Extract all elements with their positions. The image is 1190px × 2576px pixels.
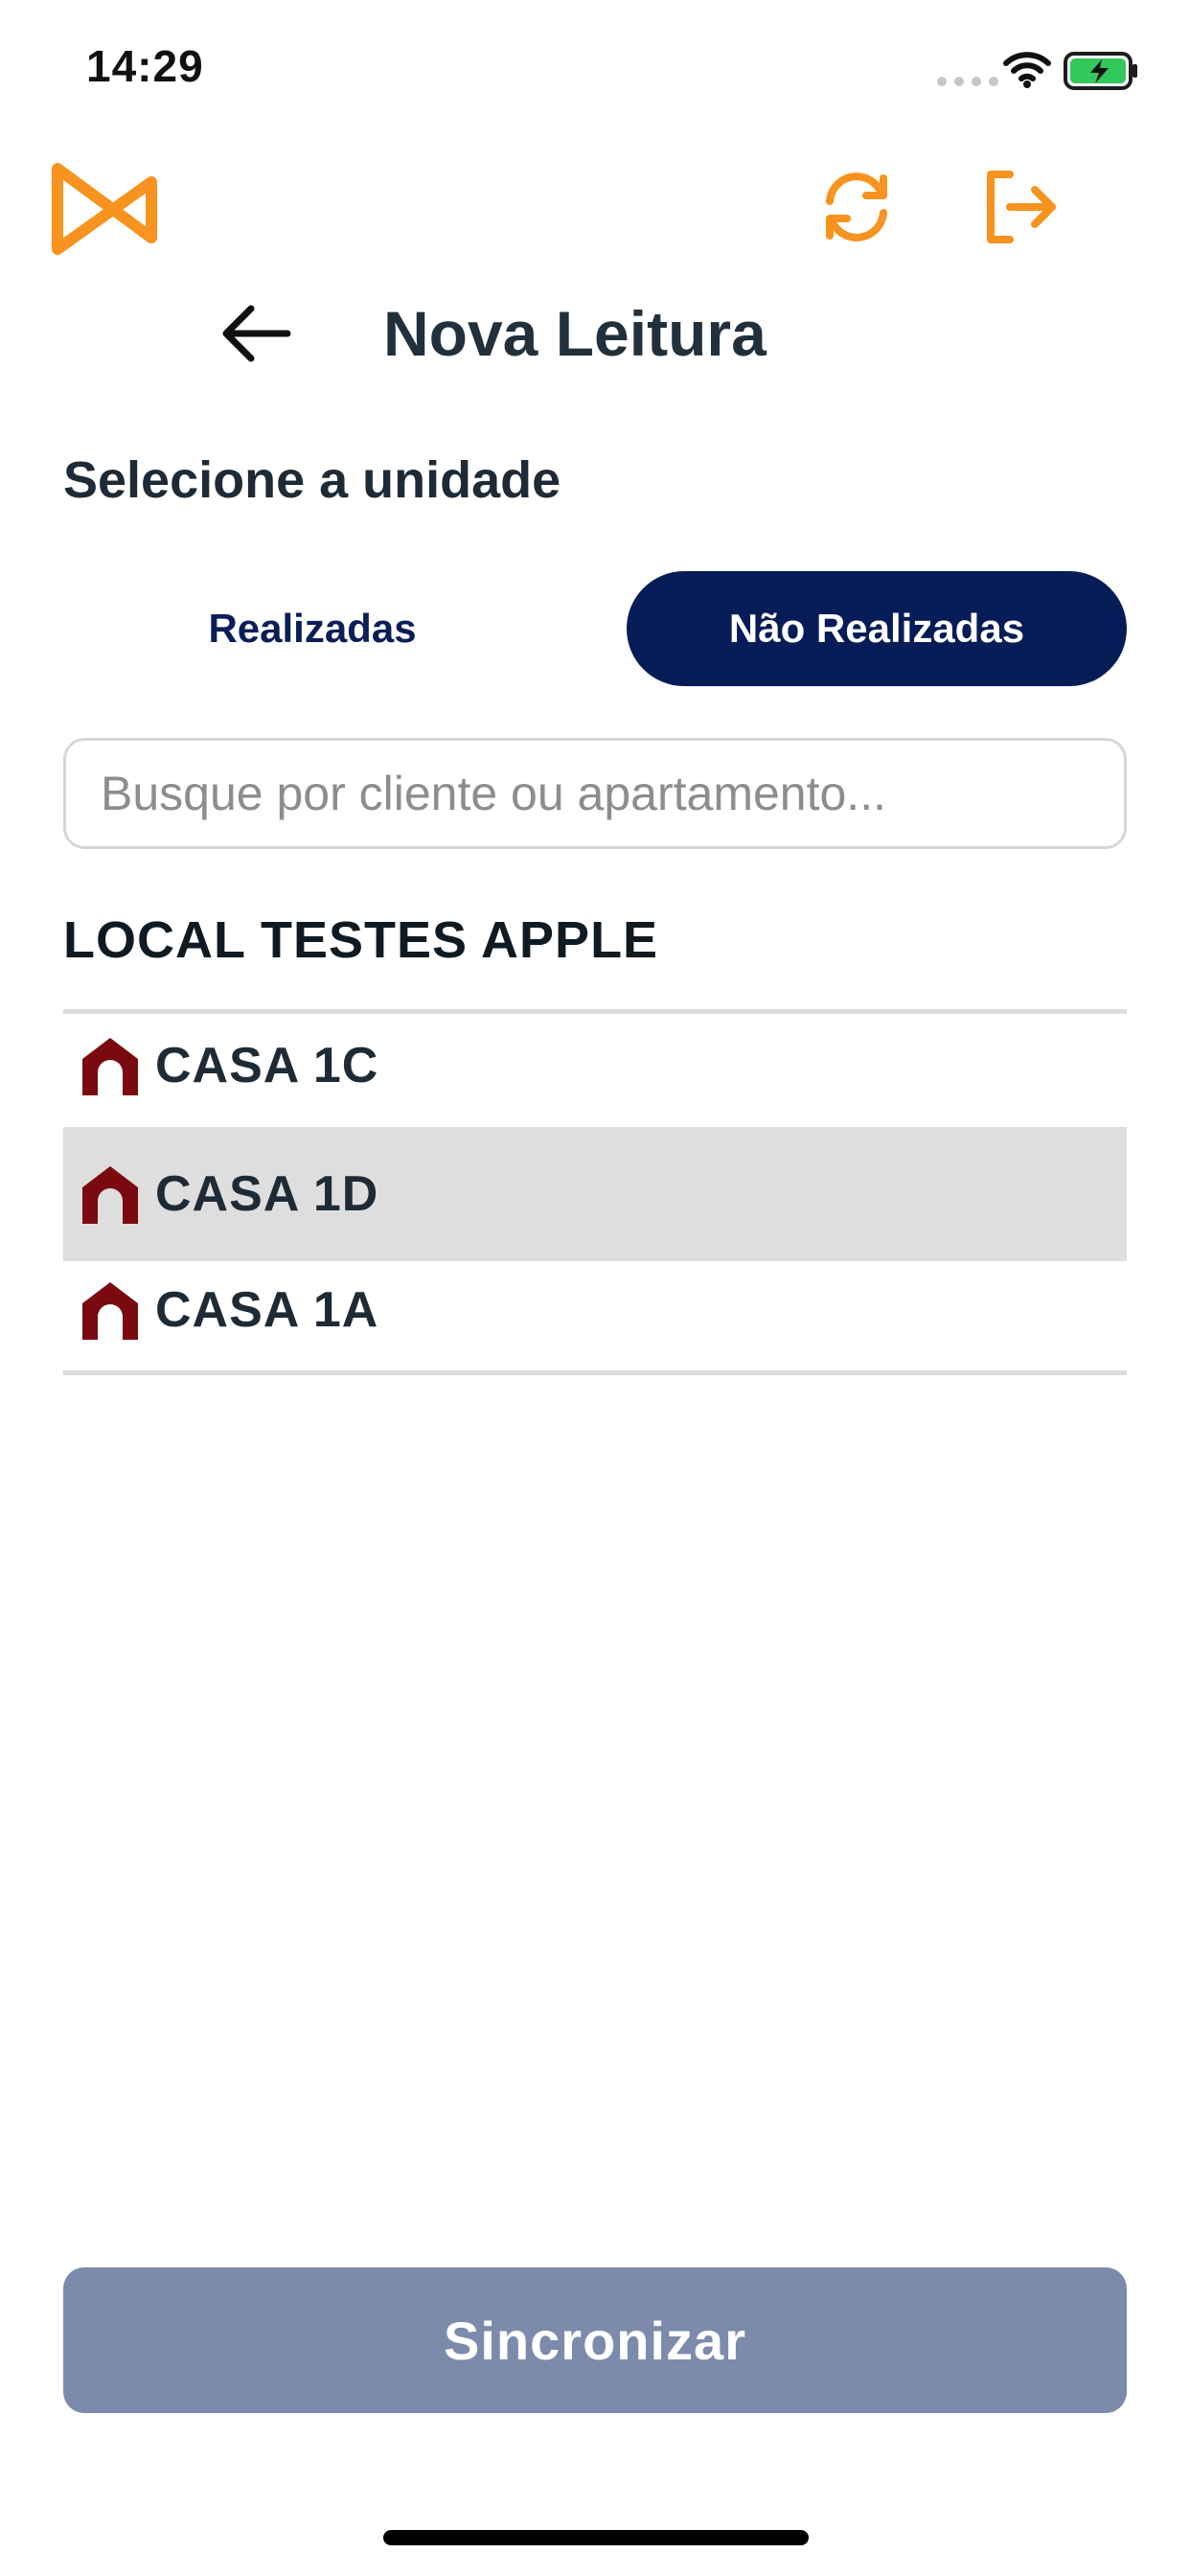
unit-label: CASA 1A	[155, 1282, 379, 1338]
page-title: Nova Leitura	[383, 298, 767, 369]
location-group-title: LOCAL TESTES APPLE	[63, 911, 659, 969]
app-logo-icon	[52, 163, 157, 255]
house-icon	[82, 1038, 138, 1095]
list-divider-bottom	[63, 1370, 1127, 1375]
wifi-icon	[1003, 52, 1051, 88]
unit-list-item[interactable]: CASA 1C	[63, 1004, 1127, 1127]
unit-list-item[interactable]: CASA 1D	[63, 1127, 1127, 1261]
sync-button[interactable]: Sincronizar	[63, 2267, 1127, 2413]
status-time: 14:29	[86, 41, 204, 91]
unit-label: CASA 1D	[155, 1166, 379, 1222]
house-icon	[82, 1282, 138, 1340]
search-input[interactable]	[63, 738, 1127, 849]
unit-list-item[interactable]: CASA 1A	[63, 1249, 1127, 1371]
tab-realizadas[interactable]: Realizadas	[63, 571, 561, 686]
tab-nao-realizadas[interactable]: Não Realizadas	[627, 571, 1127, 686]
house-icon	[82, 1166, 138, 1224]
home-indicator	[383, 2530, 809, 2545]
section-heading: Selecione a unidade	[63, 451, 561, 509]
cellular-signal-icon	[937, 77, 998, 86]
battery-charging-icon	[1064, 52, 1137, 90]
back-arrow-icon[interactable]	[218, 299, 295, 368]
logout-icon[interactable]	[977, 165, 1062, 249]
unit-label: CASA 1C	[155, 1038, 379, 1093]
refresh-icon[interactable]	[814, 165, 899, 249]
